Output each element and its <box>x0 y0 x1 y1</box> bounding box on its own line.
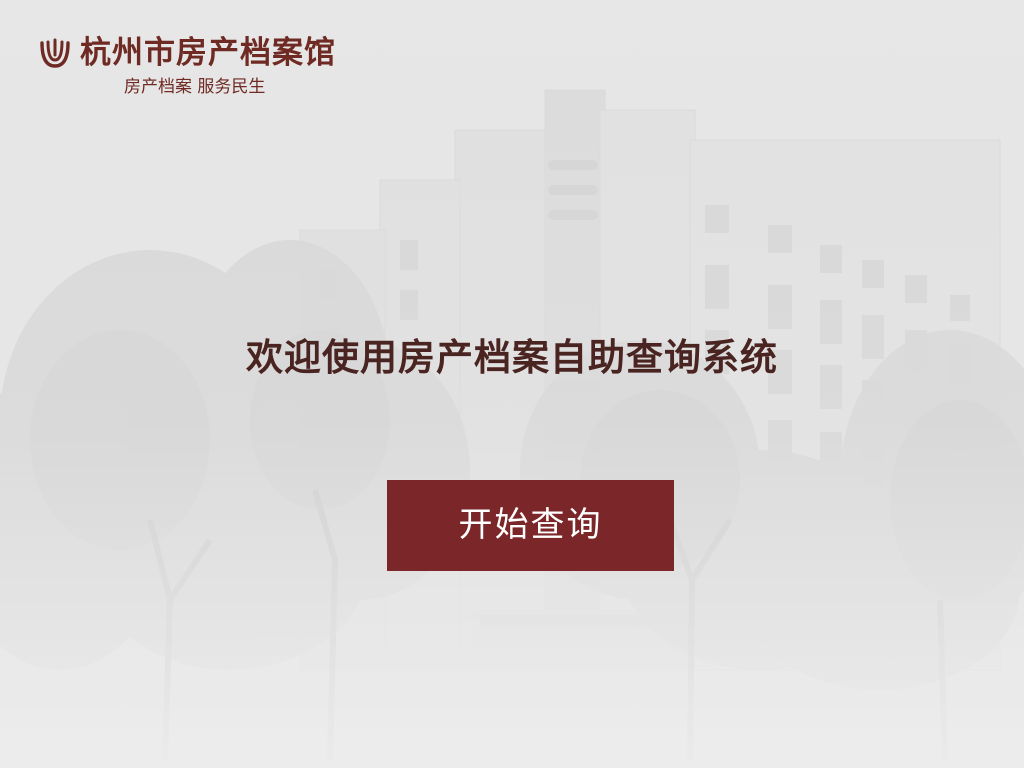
logo-slogan: 房产档案 服务民生 <box>124 77 266 97</box>
welcome-title: 欢迎使用房产档案自助查询系统 <box>246 336 778 379</box>
logo-title: 杭州市房产档案馆 <box>80 35 336 71</box>
archive-emblem-icon <box>38 36 72 70</box>
brand-logo: 杭州市房产档案馆 房产档案 服务民生 <box>38 32 358 102</box>
start-query-button[interactable]: 开始查询 <box>387 480 674 571</box>
